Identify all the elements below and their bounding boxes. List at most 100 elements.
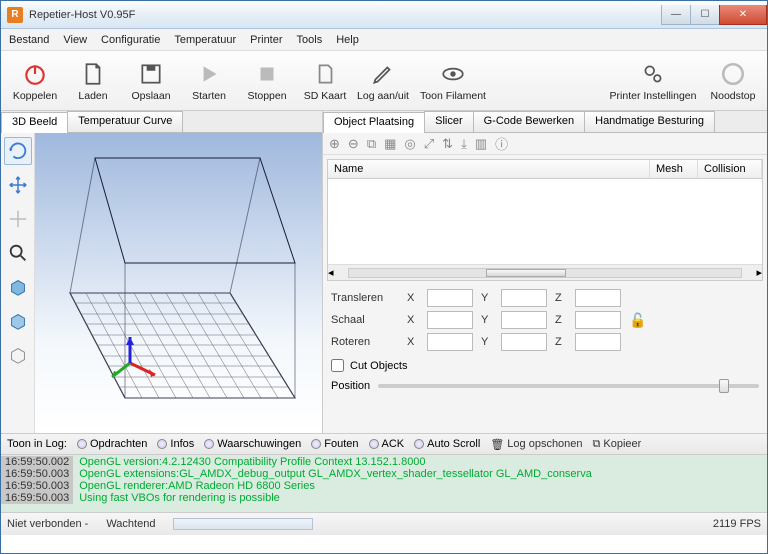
cut-objects-checkbox[interactable]	[331, 359, 344, 372]
start-button[interactable]: Starten	[181, 60, 237, 102]
sdcard-button[interactable]: SD Kaart	[297, 60, 353, 102]
maximize-button[interactable]: ☐	[690, 5, 720, 25]
right-pane: Object Plaatsing Slicer G-Code Bewerken …	[323, 111, 767, 433]
label-roteren: Roteren	[331, 336, 401, 348]
add-icon[interactable]: ⊕	[329, 136, 340, 152]
label-schaal: Schaal	[331, 314, 401, 326]
log-toggle-button[interactable]: Log aan/uit	[355, 60, 411, 102]
tab-gcode[interactable]: G-Code Bewerken	[473, 111, 586, 132]
filter-autoscroll[interactable]: Auto Scroll	[414, 438, 480, 450]
lock-icon[interactable]: 🔓	[629, 312, 653, 329]
file-icon	[79, 60, 107, 88]
tab-temperatuur-curve[interactable]: Temperatuur Curve	[67, 111, 183, 132]
info-icon[interactable]: ⓘ	[495, 134, 508, 153]
tab-handmatige[interactable]: Handmatige Besturing	[584, 111, 715, 132]
eye-icon	[439, 60, 467, 88]
menu-temperatuur[interactable]: Temperatuur	[174, 34, 236, 46]
col-mesh[interactable]: Mesh	[650, 160, 698, 178]
mirror-icon[interactable]: ⇅	[442, 136, 453, 152]
cut-objects-label: Cut Objects	[350, 360, 407, 372]
col-name[interactable]: Name	[328, 160, 650, 178]
status-fps: 2119 FPS	[713, 518, 761, 530]
save-icon	[137, 60, 165, 88]
printer-settings-button[interactable]: Printer Instellingen	[603, 60, 703, 102]
tab-3d-beeld[interactable]: 3D Beeld	[1, 112, 68, 133]
isometric-button[interactable]	[4, 273, 32, 301]
menu-view[interactable]: View	[63, 34, 87, 46]
filter-opdrachten[interactable]: Opdrachten	[77, 438, 147, 450]
pencil-icon	[369, 60, 397, 88]
power-icon	[21, 60, 49, 88]
filter-fouten[interactable]: Fouten	[311, 438, 358, 450]
filter-infos[interactable]: Infos	[157, 438, 194, 450]
minimize-button[interactable]: —	[661, 5, 691, 25]
canvas-3d[interactable]	[35, 133, 322, 433]
main-area: 3D Beeld Temperatuur Curve	[1, 111, 767, 433]
status-connection: Niet verbonden -	[7, 518, 88, 530]
position-slider[interactable]	[378, 384, 759, 388]
scale-y-input[interactable]	[501, 311, 547, 329]
scale-icon[interactable]: ⤢	[424, 136, 434, 152]
emergency-stop-button[interactable]: Noodstop	[705, 60, 761, 102]
connect-button[interactable]: Koppelen	[7, 60, 63, 102]
menu-tools[interactable]: Tools	[297, 34, 323, 46]
view-toolbar	[1, 133, 35, 433]
titlebar: R Repetier-Host V0.95F — ☐ ✕	[1, 1, 767, 29]
menu-help[interactable]: Help	[336, 34, 359, 46]
log-prefix: Toon in Log:	[7, 438, 67, 450]
stop-button[interactable]: Stoppen	[239, 60, 295, 102]
sdcard-icon	[311, 60, 339, 88]
view-3d	[1, 133, 322, 433]
menu-bestand[interactable]: Bestand	[9, 34, 49, 46]
translate-z-input[interactable]	[575, 289, 621, 307]
log-filter-bar: Toon in Log: Opdrachten Infos Waarschuwi…	[1, 433, 767, 455]
copy-icon[interactable]: ⧉	[367, 136, 376, 152]
copy-log-button[interactable]: ⧉ Kopieer	[593, 438, 642, 451]
scale-z-input[interactable]	[575, 311, 621, 329]
menubar: Bestand View Configuratie Temperatuur Pr…	[1, 29, 767, 51]
left-pane: 3D Beeld Temperatuur Curve	[1, 111, 323, 433]
menu-configuratie[interactable]: Configuratie	[101, 34, 160, 46]
rotate-view-button[interactable]	[4, 137, 32, 165]
close-button[interactable]: ✕	[719, 5, 767, 25]
log-view[interactable]: 16:59:50.002OpenGL version:4.2.12430 Com…	[1, 455, 767, 513]
load-button[interactable]: Laden	[65, 60, 121, 102]
table-body[interactable]	[328, 179, 762, 264]
left-tabs: 3D Beeld Temperatuur Curve	[1, 111, 322, 133]
translate-y-input[interactable]	[501, 289, 547, 307]
translate-x-input[interactable]	[427, 289, 473, 307]
gears-icon	[639, 60, 667, 88]
front-button[interactable]	[4, 307, 32, 335]
rotate-y-input[interactable]	[501, 333, 547, 351]
move-view-button[interactable]	[4, 171, 32, 199]
filter-ack[interactable]: ACK	[369, 438, 405, 450]
filter-waarschuwingen[interactable]: Waarschuwingen	[204, 438, 301, 450]
scale-x-input[interactable]	[427, 311, 473, 329]
clear-log-button[interactable]: 🗑 Log opschonen	[490, 438, 582, 451]
rotate-x-input[interactable]	[427, 333, 473, 351]
status-wait: Wachtend	[106, 518, 155, 530]
main-toolbar: Koppelen Laden Opslaan Starten Stoppen S…	[1, 51, 767, 111]
save-button[interactable]: Opslaan	[123, 60, 179, 102]
status-progress	[173, 518, 313, 530]
move-object-button[interactable]	[4, 205, 32, 233]
menu-printer[interactable]: Printer	[250, 34, 282, 46]
top-button[interactable]	[4, 341, 32, 369]
grid-icon[interactable]: ▦	[384, 136, 396, 152]
tab-slicer[interactable]: Slicer	[424, 111, 474, 132]
filament-button[interactable]: Toon Filament	[413, 60, 493, 102]
col-collision[interactable]: Collision	[698, 160, 762, 178]
play-icon	[195, 60, 223, 88]
zoom-button[interactable]	[4, 239, 32, 267]
drop-icon[interactable]: ⤓	[461, 136, 467, 152]
remove-icon[interactable]: ⊖	[348, 136, 359, 152]
analyze-icon[interactable]: ▥	[475, 136, 487, 152]
tab-object-plaatsing[interactable]: Object Plaatsing	[323, 112, 425, 133]
object-table: Name Mesh Collision ◂▸	[327, 159, 763, 281]
label-transleren: Transleren	[331, 292, 401, 304]
position-label: Position	[331, 380, 370, 392]
emergency-icon	[719, 60, 747, 88]
table-scrollbar[interactable]: ◂▸	[328, 264, 762, 280]
rotate-z-input[interactable]	[575, 333, 621, 351]
center-icon[interactable]: ◎	[404, 136, 415, 152]
